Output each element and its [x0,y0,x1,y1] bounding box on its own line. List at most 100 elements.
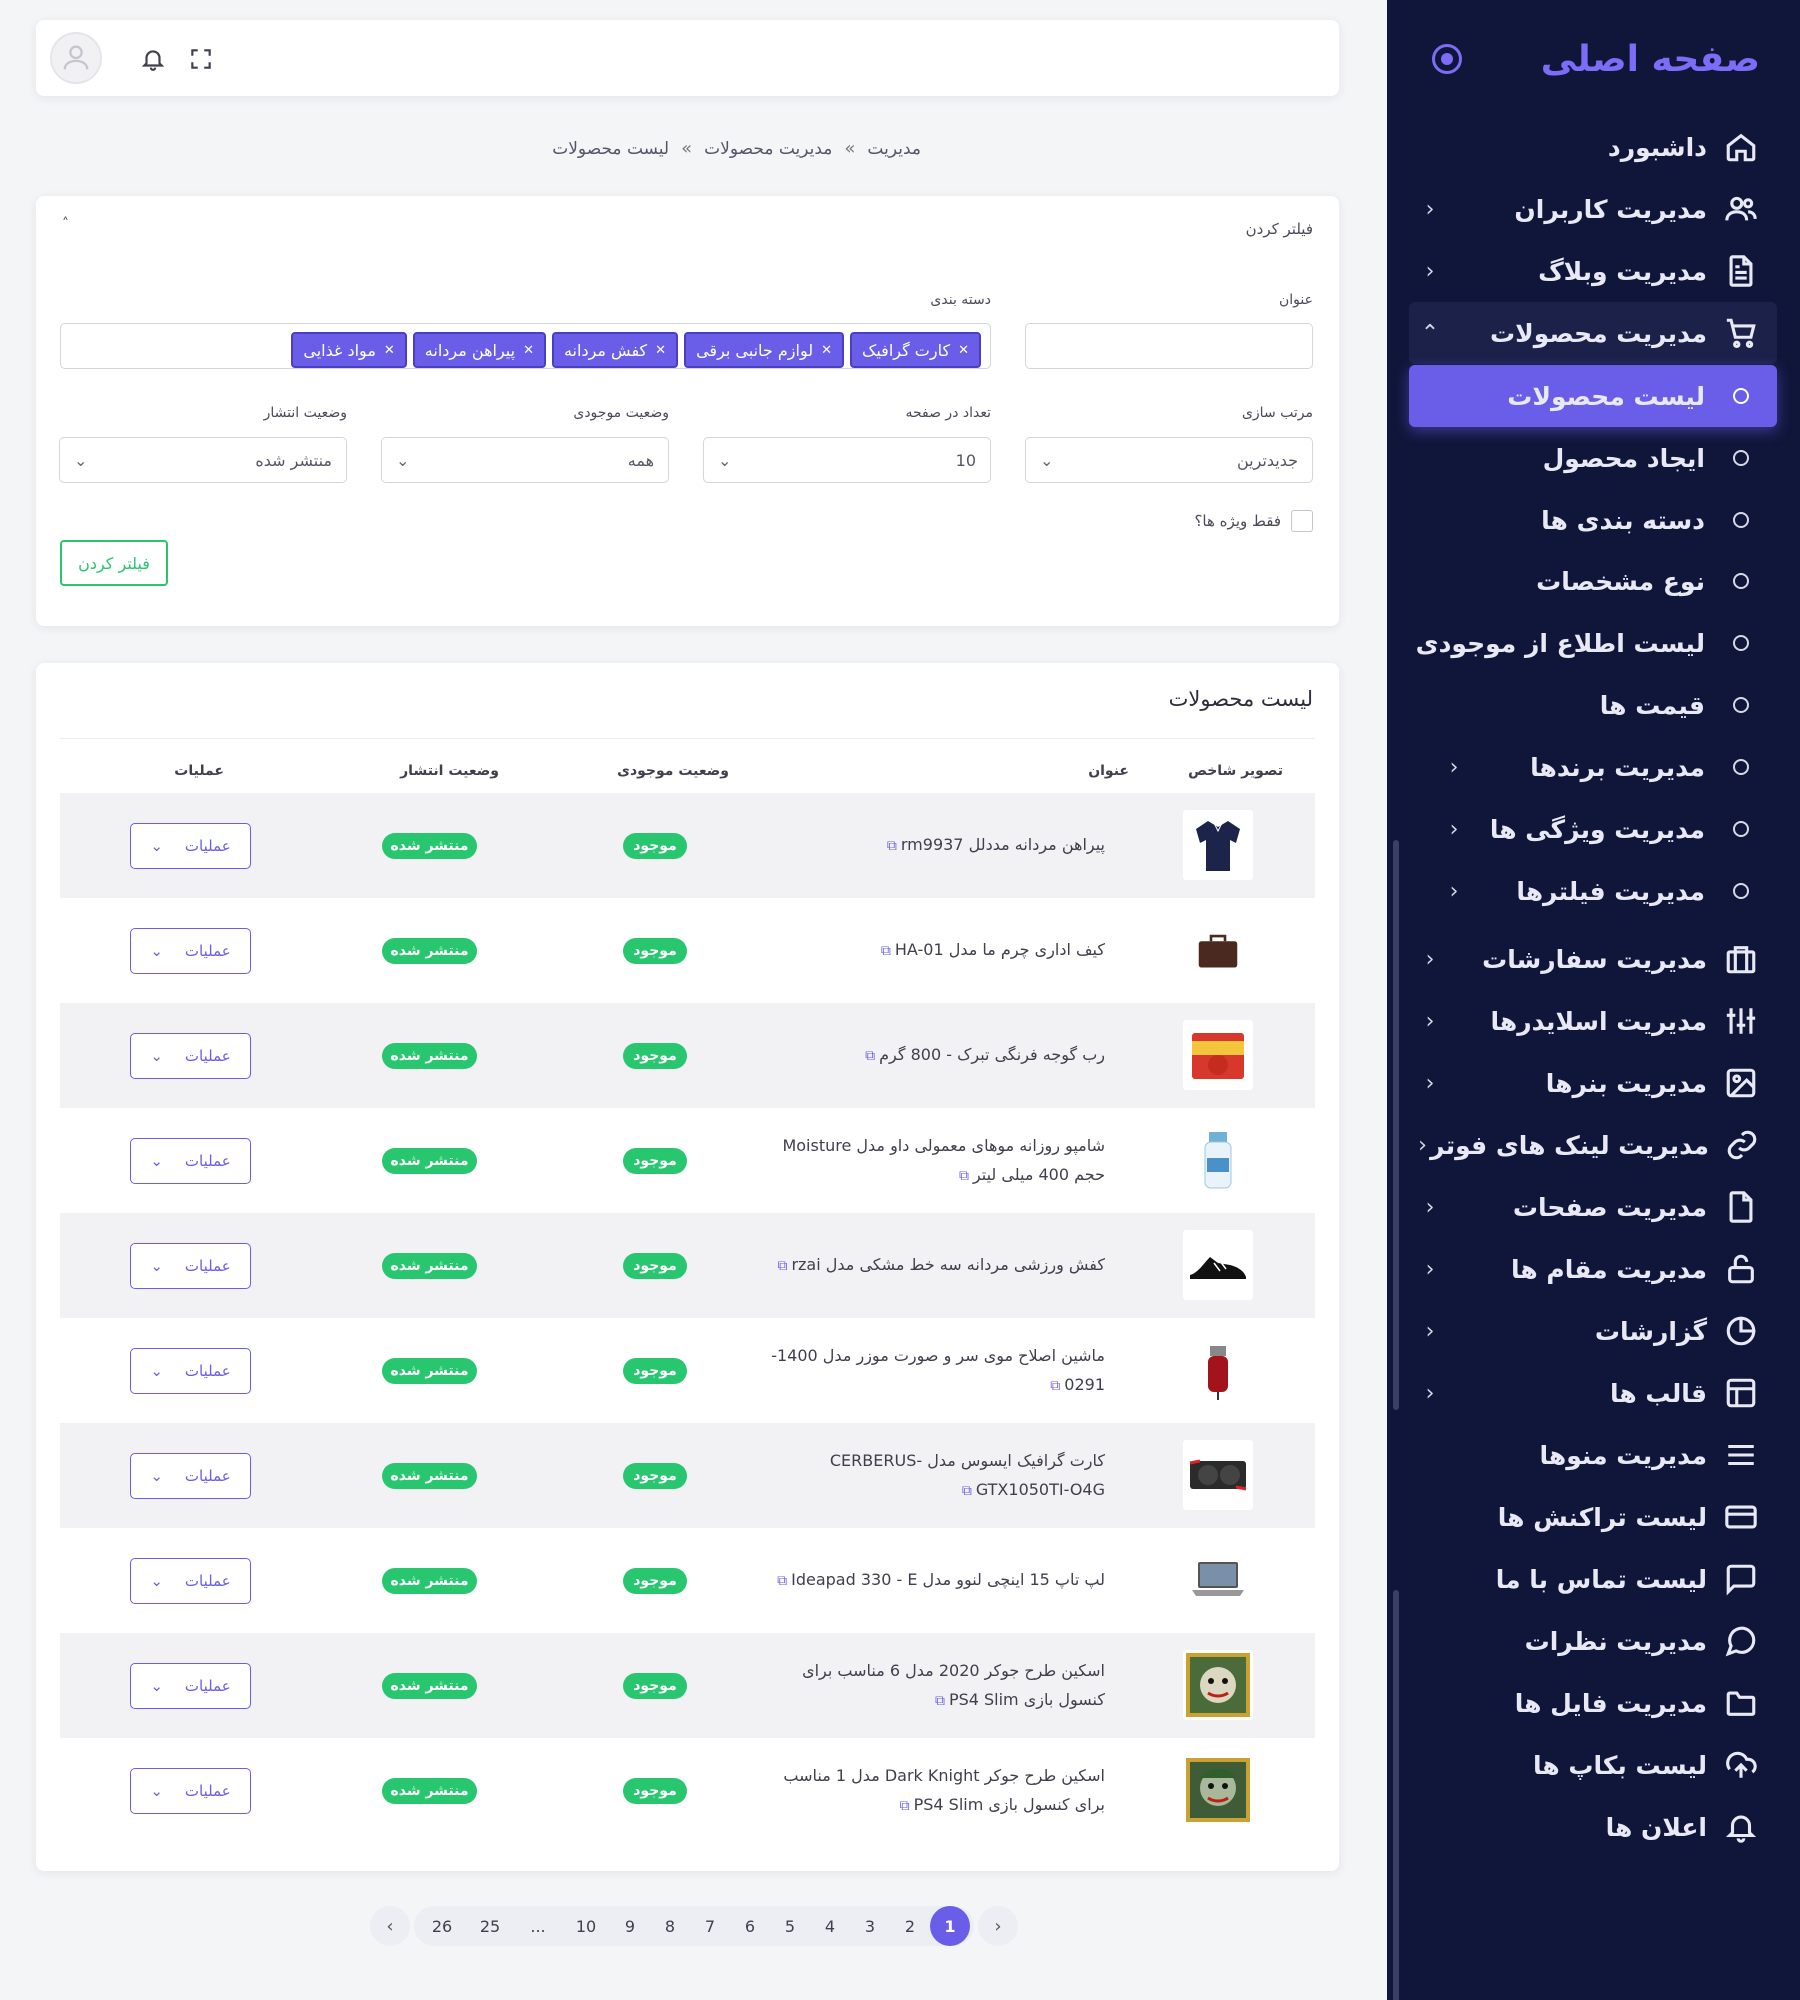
pagination-page[interactable]: 10 [562,1906,610,1946]
remove-tag-icon[interactable]: ✕ [523,343,534,358]
sidebar-scrollbar[interactable] [1393,840,1399,1410]
sidebar-subitem-2[interactable]: دسته بندی ها [1409,489,1777,551]
product-title[interactable]: پیراهن مردانه مددلل rm9937 [901,835,1105,854]
pagination-page[interactable]: 5 [770,1906,810,1946]
brand-title[interactable]: صفحه اصلی [1541,39,1760,80]
sidebar-item-message-square[interactable]: لیست تماس با ما [1409,1548,1777,1610]
pagination-page[interactable]: 26 [418,1906,466,1946]
operations-dropdown-button[interactable]: عملیات ⌄ [130,1033,251,1079]
external-link-icon[interactable]: ⧉ [881,943,891,959]
sidebar-scrollbar-lower[interactable] [1393,1590,1399,2000]
avatar[interactable] [50,32,102,84]
sidebar-item-upload-cloud[interactable]: لیست بکاپ ها [1409,1734,1777,1796]
header-publish[interactable]: وضعیت انتشار [400,763,499,779]
sidebar-item-label: مدیریت لینک های فوتر [1430,1130,1709,1160]
product-title[interactable]: کیف اداری چرم ما مدل HA-01 [895,940,1105,959]
operations-dropdown-button[interactable]: عملیات ⌄ [130,823,251,869]
product-title[interactable]: رب گوجه فرنگی تبرک - 800 گرم [879,1045,1105,1064]
sidebar-item-bell[interactable]: اعلان ها [1409,1796,1777,1858]
pagination-page[interactable]: 3 [850,1906,890,1946]
operations-dropdown-button[interactable]: عملیات ⌄ [130,928,251,974]
sidebar-item-link[interactable]: مدیریت لینک های فوتر ‹ [1409,1114,1777,1176]
operations-dropdown-button[interactable]: عملیات ⌄ [130,1243,251,1289]
filter-button[interactable]: فیلتر کردن [60,540,168,586]
operations-dropdown-button[interactable]: عملیات ⌄ [130,1453,251,1499]
sidebar-item-users[interactable]: مدیریت کاربران ‹ [1409,178,1777,240]
external-link-icon[interactable]: ⧉ [887,838,897,854]
product-title[interactable]: لپ تاپ 15 اینچی لنوو مدل Ideapad 330 - E [791,1570,1105,1589]
sort-select[interactable]: جدیدترین ⌄ [1025,437,1313,483]
sidebar-item-file-text[interactable]: مدیریت وبلاگ ‹ [1409,240,1777,302]
fullscreen-icon[interactable] [188,46,214,72]
remove-tag-icon[interactable]: ✕ [821,343,832,358]
sidebar-subitem-0[interactable]: لیست محصولات [1409,365,1777,427]
external-link-icon[interactable]: ⧉ [777,1258,787,1274]
breadcrumb-item-products[interactable]: مدیریت محصولات [704,139,832,159]
chevron-left-icon: ‹ [1425,1070,1435,1096]
product-title[interactable]: کفش ورزشی مردانه سه خط مشکی مدل rzai [791,1255,1105,1274]
sort-label: مرتب سازی [1241,405,1313,421]
publish-status-select[interactable]: منتشر شده ⌄ [59,437,347,483]
remove-tag-icon[interactable]: ✕ [384,343,395,358]
sidebar-item-cart[interactable]: مدیریت محصولات ⌃ [1409,302,1777,364]
per-page-select[interactable]: 10 ⌄ [703,437,991,483]
pagination-next-button[interactable]: › [978,1906,1018,1946]
sidebar-subitem-8[interactable]: مدیریت فیلترها ‹ [1409,860,1777,922]
pagination-page[interactable]: 9 [610,1906,650,1946]
sidebar-subitem-7[interactable]: مدیریت ویژگی ها ‹ [1409,798,1777,860]
pagination-page[interactable]: 4 [810,1906,850,1946]
breadcrumb-item-admin[interactable]: مدیریت [867,139,921,159]
header-stock[interactable]: وضعیت موجودی [617,763,729,779]
special-only-checkbox[interactable] [1291,510,1313,532]
sidebar-item-message-circle[interactable]: مدیریت نظرات [1409,1610,1777,1672]
external-link-icon[interactable]: ⧉ [865,1048,875,1064]
external-link-icon[interactable]: ⧉ [959,1168,969,1184]
sidebar-item-orders[interactable]: مدیریت سفارشات ‹ [1409,928,1777,990]
product-title[interactable]: شامپو روزانه موهای معمولی داو مدل Moistu… [782,1136,1105,1184]
operations-dropdown-button[interactable]: عملیات ⌄ [130,1348,251,1394]
header-title[interactable]: عنوان [1088,763,1129,779]
sidebar-item-image[interactable]: مدیریت بنرها ‹ [1409,1052,1777,1114]
pagination-page[interactable]: 6 [730,1906,770,1946]
sidebar-subitem-1[interactable]: ایجاد محصول [1409,427,1777,489]
sidebar-toggle-icon[interactable] [1432,44,1462,74]
sidebar-item-home[interactable]: داشبورد [1409,116,1777,178]
sidebar-item-lock[interactable]: مدیریت مقام ها ‹ [1409,1238,1777,1300]
sidebar-subitem-4[interactable]: لیست اطلاع از موجودی [1409,612,1777,674]
stock-status-select[interactable]: همه ⌄ [381,437,669,483]
external-link-icon[interactable]: ⧉ [962,1483,972,1499]
operations-dropdown-button[interactable]: عملیات ⌄ [130,1558,251,1604]
remove-tag-icon[interactable]: ✕ [655,343,666,358]
pagination-prev-button[interactable]: ‹ [370,1906,410,1946]
external-link-icon[interactable]: ⧉ [777,1573,787,1589]
remove-tag-icon[interactable]: ✕ [958,343,969,358]
pagination-page[interactable]: 1 [930,1906,970,1946]
sidebar-item-credit-card[interactable]: لیست تراکنش ها [1409,1486,1777,1548]
sidebar-item-folder[interactable]: مدیریت فایل ها [1409,1672,1777,1734]
category-tag-label: لوازم جانبی برقی [696,340,814,360]
pagination-page[interactable]: 25 [466,1906,514,1946]
sidebar-subitem-3[interactable]: نوع مشخصات [1409,550,1777,612]
external-link-icon[interactable]: ⧉ [900,1798,910,1814]
sidebar-item-page[interactable]: مدیریت صفحات ‹ [1409,1176,1777,1238]
external-link-icon[interactable]: ⧉ [1050,1378,1060,1394]
sidebar-subitem-5[interactable]: قیمت ها [1409,674,1777,736]
product-title[interactable]: اسکین طرح جوکر 2020 مدل 6 مناسب برای کنس… [802,1661,1105,1709]
pagination-page[interactable]: 7 [690,1906,730,1946]
bell-icon[interactable] [140,46,166,72]
pagination-page[interactable]: 2 [890,1906,930,1946]
sidebar-item-menu[interactable]: مدیریت منوها [1409,1424,1777,1486]
sidebar-subitem-6[interactable]: مدیریت برندها ‹ [1409,736,1777,798]
pagination-page[interactable]: 8 [650,1906,690,1946]
product-title[interactable]: اسکین طرح جوکر Dark Knight مدل 1 مناسب ب… [783,1766,1105,1814]
title-input[interactable] [1025,323,1313,369]
external-link-icon[interactable]: ⧉ [935,1693,945,1709]
collapse-chevron-icon[interactable]: ˄ [62,216,69,232]
operations-dropdown-button[interactable]: عملیات ⌄ [130,1138,251,1184]
sidebar-item-layout[interactable]: قالب ها ‹ [1409,1362,1777,1424]
sort-select-value: جدیدترین [1236,450,1298,470]
operations-dropdown-button[interactable]: عملیات ⌄ [130,1768,251,1814]
operations-dropdown-button[interactable]: عملیات ⌄ [130,1663,251,1709]
sidebar-item-pie-chart[interactable]: گزارشات ‹ [1409,1300,1777,1362]
sidebar-item-sliders[interactable]: مدیریت اسلایدرها ‹ [1409,990,1777,1052]
